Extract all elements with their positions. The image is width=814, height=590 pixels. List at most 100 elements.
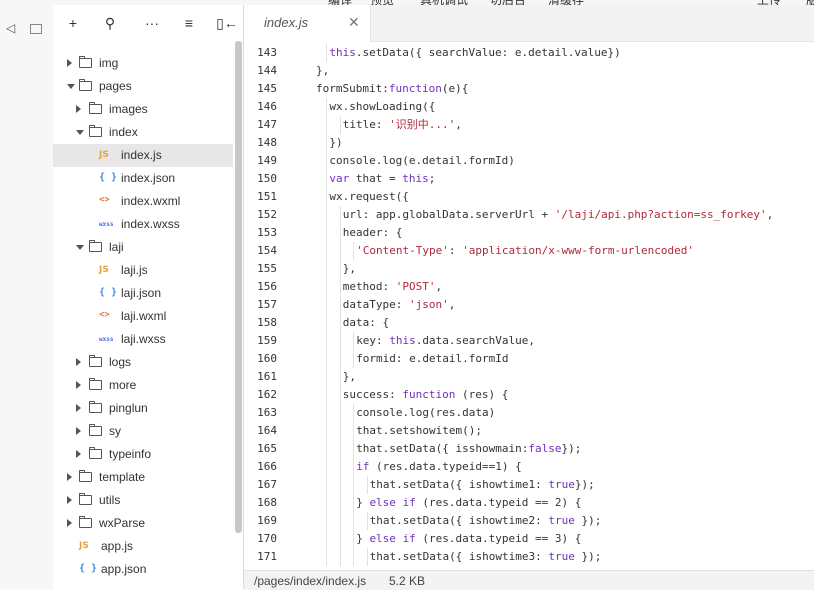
indent-guide xyxy=(326,440,328,458)
collapse-all-button[interactable]: ≡ xyxy=(179,14,199,32)
code-line[interactable]: 159 key: this.data.searchValue, xyxy=(244,332,814,350)
close-icon[interactable]: ✕ xyxy=(348,14,360,31)
code-text: success: function (res) { xyxy=(342,388,509,401)
tree-folder[interactable]: utils xyxy=(53,489,233,512)
tree-file[interactable]: JS app.js xyxy=(53,535,233,558)
tree-folder[interactable]: pages xyxy=(53,75,233,98)
code-line[interactable]: 145 formSubmit:function(e){ xyxy=(244,80,814,98)
chevron-right-icon[interactable] xyxy=(67,496,72,504)
chevron-down-icon[interactable] xyxy=(76,245,84,250)
code-text: that.setshowitem(); xyxy=(356,424,483,437)
code-line[interactable]: 167 that.setData({ ishowtime1: true}); xyxy=(244,476,814,494)
line-number: 155 xyxy=(257,262,277,275)
tree-file[interactable]: <> laji.wxml xyxy=(53,305,233,328)
tree-folder[interactable]: template xyxy=(53,466,233,489)
code-line[interactable]: 143 this.setData({ searchValue: e.detail.… xyxy=(244,44,814,62)
indent-guide xyxy=(326,224,328,242)
code-line[interactable]: 154 'Content-Type': 'application/x-www-fo… xyxy=(244,242,814,260)
folder-icon xyxy=(79,516,92,528)
tree-folder[interactable]: images xyxy=(53,98,233,121)
tree-folder[interactable]: laji xyxy=(53,236,233,259)
code-line[interactable]: 148}) xyxy=(244,134,814,152)
tree-item-label: logs xyxy=(109,355,132,369)
code-line[interactable]: 163 console.log(res.data) xyxy=(244,404,814,422)
code-line[interactable]: 166 if (res.data.typeid==1) { xyxy=(244,458,814,476)
line-number: 149 xyxy=(257,154,277,167)
tab-index-js[interactable]: index.js ✕ xyxy=(244,5,371,42)
layout-toggle-button[interactable]: ▯← xyxy=(216,14,238,32)
chevron-right-icon[interactable] xyxy=(76,358,81,366)
code-line[interactable]: 155}, xyxy=(244,260,814,278)
code-line[interactable]: 165 that.setData({ isshowmain:false}); xyxy=(244,440,814,458)
indent-guide xyxy=(326,278,328,296)
tree-file[interactable]: JS index.js xyxy=(53,144,233,167)
chevron-right-icon[interactable] xyxy=(76,404,81,412)
code-line[interactable]: 171 that.setData({ ishowtime3: true }); xyxy=(244,548,814,566)
indent-guide xyxy=(339,422,341,440)
chevron-down-icon[interactable] xyxy=(76,130,84,135)
chevron-right-icon[interactable] xyxy=(67,473,72,481)
tree-item-label: laji xyxy=(109,240,124,254)
tree-folder[interactable]: wxParse xyxy=(53,512,233,535)
code-line[interactable]: 153 header: { xyxy=(244,224,814,242)
tree-item-label: typeinfo xyxy=(109,447,152,461)
tree-item-label: laji.json xyxy=(121,286,162,300)
window-icon[interactable] xyxy=(30,24,42,34)
indent-guide xyxy=(326,98,328,116)
code-line[interactable]: 162 success: function (res) { xyxy=(244,386,814,404)
code-line[interactable]: 161}, xyxy=(244,368,814,386)
tree-file[interactable]: { } laji.json xyxy=(53,282,233,305)
chevron-right-icon[interactable] xyxy=(67,59,72,67)
line-number: 156 xyxy=(257,280,277,293)
tree-file[interactable]: { } app.json xyxy=(53,558,233,581)
code-line[interactable]: 157 dataType: 'json', xyxy=(244,296,814,314)
tree-file[interactable]: wxss laji.wxss xyxy=(53,328,233,351)
code-line[interactable]: 168} else if (res.data.typeid == 2) { xyxy=(244,494,814,512)
code-line[interactable]: 158 data: { xyxy=(244,314,814,332)
tree-folder[interactable]: pinglun xyxy=(53,397,233,420)
line-number: 145 xyxy=(257,82,277,95)
code-line[interactable]: 146 wx.showLoading({ xyxy=(244,98,814,116)
chevron-right-icon[interactable] xyxy=(76,427,81,435)
code-line[interactable]: 164 that.setshowitem(); xyxy=(244,422,814,440)
code-line[interactable]: 152 url: app.globalData.serverUrl + '/laj… xyxy=(244,206,814,224)
tree-file[interactable]: wxss index.wxss xyxy=(53,213,233,236)
chevron-right-icon[interactable] xyxy=(76,381,81,389)
more-button[interactable]: ··· xyxy=(142,14,162,32)
explorer-scrollbar[interactable] xyxy=(235,41,242,533)
indent-guide xyxy=(353,350,355,368)
code-line[interactable]: 160 formid: e.detail.formId xyxy=(244,350,814,368)
tree-item-label: laji.wxml xyxy=(121,309,167,323)
tree-folder[interactable]: logs xyxy=(53,351,233,374)
tree-folder[interactable]: sy xyxy=(53,420,233,443)
tree-folder[interactable]: img xyxy=(53,52,233,75)
indent-guide xyxy=(339,260,341,278)
indent-guide xyxy=(326,170,328,188)
code-line[interactable]: 149 console.log(e.detail.formId) xyxy=(244,152,814,170)
add-button[interactable]: + xyxy=(63,14,83,32)
code-line[interactable]: 169 that.setData({ ishowtime2: true }); xyxy=(244,512,814,530)
indent-guide xyxy=(326,116,328,134)
tree-folder[interactable]: typeinfo xyxy=(53,443,233,466)
speaker-icon[interactable]: ◁ xyxy=(6,21,15,35)
code-line[interactable]: 144}, xyxy=(244,62,814,80)
code-line[interactable]: 150 var that = this; xyxy=(244,170,814,188)
code-line[interactable]: 151 wx.request({ xyxy=(244,188,814,206)
code-line[interactable]: 147 title: '识别中...', xyxy=(244,116,814,134)
tree-file[interactable]: JS laji.js xyxy=(53,259,233,282)
search-button[interactable]: ⚲ xyxy=(100,14,120,32)
code-line[interactable]: 170} else if (res.data.typeid == 3) { xyxy=(244,530,814,548)
tree-folder[interactable]: more xyxy=(53,374,233,397)
tree-file[interactable]: { } index.json xyxy=(53,167,233,190)
tree-folder[interactable]: index xyxy=(53,121,233,144)
code-line[interactable]: 156 method: 'POST', xyxy=(244,278,814,296)
indent-guide xyxy=(326,368,328,386)
chevron-down-icon[interactable] xyxy=(67,84,75,89)
tree-file[interactable]: <> index.wxml xyxy=(53,190,233,213)
chevron-right-icon[interactable] xyxy=(76,450,81,458)
indent-guide xyxy=(326,512,328,530)
code-area[interactable]: searchInputEvent:function(e){143this.set… xyxy=(244,42,814,570)
chevron-right-icon[interactable] xyxy=(76,105,81,113)
chevron-right-icon[interactable] xyxy=(67,519,72,527)
folder-icon xyxy=(89,355,102,367)
